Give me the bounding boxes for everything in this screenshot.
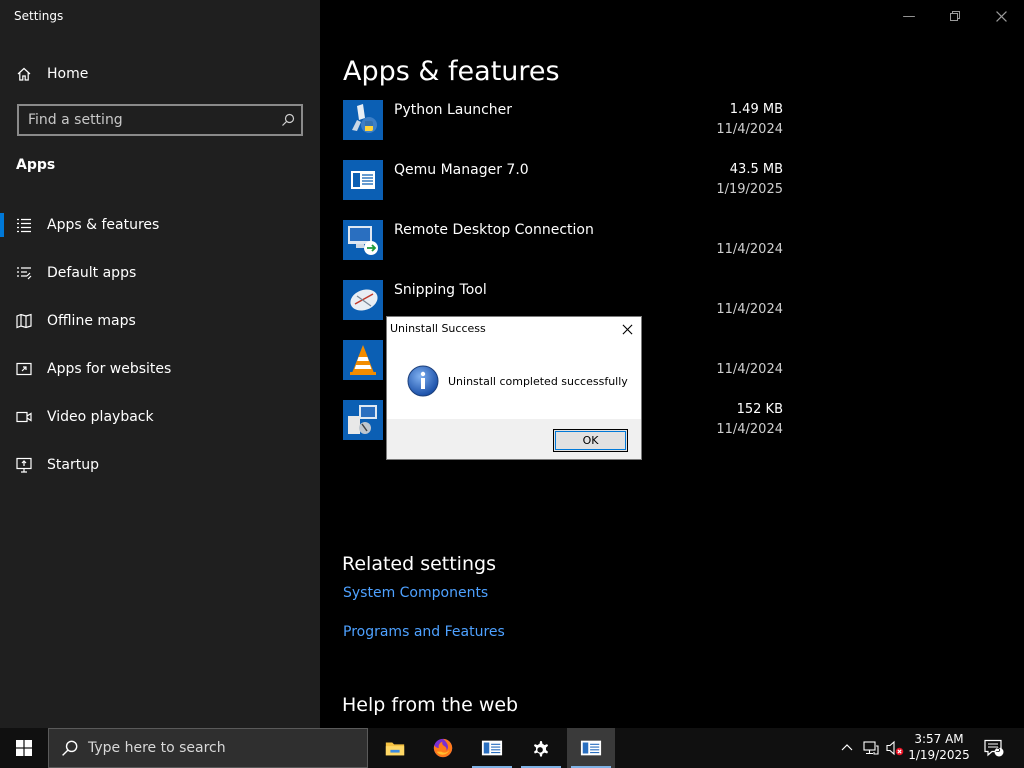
app-name: Python Launcher — [394, 102, 513, 118]
window-caption-buttons: — — [886, 0, 1024, 32]
folder-icon — [385, 742, 405, 756]
close-icon — [622, 324, 632, 334]
find-setting-box[interactable] — [17, 104, 303, 136]
taskbar-file-explorer[interactable] — [371, 728, 419, 768]
app-list-item[interactable]: Python Launcher 1.49 MB 11/4/2024 — [343, 100, 783, 160]
app-name: Qemu Manager 7.0 — [394, 162, 529, 178]
app-size: 152 KB — [736, 402, 783, 417]
sidebar-item-apps-websites[interactable]: Apps for websites — [0, 349, 320, 389]
sidebar-item-default-apps[interactable]: Default apps — [0, 253, 320, 293]
taskbar-search-placeholder: Type here to search — [88, 740, 226, 756]
sidebar-section-title: Apps — [16, 157, 56, 173]
page-title: Apps & features — [343, 56, 560, 87]
qemu-manager-icon — [580, 740, 602, 756]
dialog-close-button[interactable] — [618, 320, 636, 338]
notification-count: 3 — [995, 745, 1001, 755]
list-icon — [16, 217, 32, 233]
sidebar-item-label: Apps for websites — [47, 361, 172, 377]
app-date: 11/4/2024 — [716, 362, 783, 377]
settings-sidebar: Settings Home Apps Apps & features Defau… — [0, 0, 320, 728]
default-apps-icon — [16, 265, 32, 281]
sidebar-item-label: Apps & features — [47, 217, 160, 233]
taskbar-settings[interactable] — [517, 728, 565, 768]
app-size: 1.49 MB — [729, 102, 783, 117]
related-settings-heading: Related settings — [342, 553, 496, 575]
search-icon — [282, 113, 295, 126]
minimize-button[interactable]: — — [886, 0, 932, 32]
vlc-icon — [343, 340, 383, 380]
info-icon — [407, 365, 439, 397]
help-web-heading: Help from the web — [342, 694, 519, 716]
firefox-icon — [433, 738, 453, 758]
app-list-item[interactable]: Remote Desktop Connection 11/4/2024 — [343, 220, 783, 280]
sidebar-item-video-playback[interactable]: Video playback — [0, 397, 320, 437]
python-launcher-icon — [343, 100, 383, 140]
clock-date: 1/19/2025 — [908, 748, 970, 762]
sidebar-item-label: Offline maps — [47, 313, 136, 329]
sidebar-home[interactable]: Home — [16, 63, 88, 85]
app-date: 11/4/2024 — [716, 122, 783, 137]
app-date: 11/4/2024 — [716, 242, 783, 257]
app-name: Snipping Tool — [394, 282, 487, 298]
apps-websites-icon — [16, 361, 32, 377]
uninstall-success-dialog: Uninstall Success Uninstall completed su… — [386, 316, 642, 460]
map-icon — [16, 313, 32, 329]
dialog-message: Uninstall completed successfully — [448, 375, 628, 388]
volume-muted-icon — [886, 740, 904, 756]
dialog-title: Uninstall Success — [390, 322, 486, 335]
clock-time: 3:57 AM — [914, 732, 964, 746]
taskbar-search-box[interactable]: Type here to search — [48, 728, 368, 768]
qemu-manager-icon — [481, 740, 503, 756]
app-date: 1/19/2025 — [716, 182, 783, 197]
close-icon — [995, 10, 1007, 22]
remote-desktop-icon — [343, 220, 383, 260]
system-components-link[interactable]: System Components — [343, 585, 488, 601]
gear-icon — [533, 741, 549, 757]
sidebar-item-offline-maps[interactable]: Offline maps — [0, 301, 320, 341]
sidebar-item-startup[interactable]: Startup — [0, 445, 320, 485]
startup-icon — [16, 457, 32, 473]
windows-logo-icon — [16, 740, 32, 756]
sidebar-item-apps-features[interactable]: Apps & features — [0, 205, 320, 245]
start-button[interactable] — [0, 728, 48, 768]
app-size: 43.5 MB — [729, 162, 783, 177]
home-label: Home — [47, 66, 89, 82]
app-list-item[interactable]: Qemu Manager 7.0 43.5 MB 1/19/2025 — [343, 160, 783, 220]
window-title: Settings — [14, 9, 64, 23]
snipping-tool-icon — [343, 280, 383, 320]
restore-icon — [950, 11, 960, 21]
taskbar-clock[interactable]: 3:57 AM 1/19/2025 — [905, 731, 973, 763]
app-date: 11/4/2024 — [716, 422, 783, 437]
programs-features-link[interactable]: Programs and Features — [343, 624, 505, 640]
volume-tray-button[interactable] — [884, 728, 906, 768]
dialog-footer: OK — [387, 419, 641, 459]
dialog-body: Uninstall completed successfully — [387, 345, 641, 419]
taskbar: Type here to search 3:57 AM 1/19/2025 3 — [0, 728, 1024, 768]
app-name: Remote Desktop Connection — [394, 222, 594, 238]
chevron-up-icon — [841, 744, 853, 751]
qemu-manager-icon — [343, 160, 383, 200]
sidebar-item-label: Startup — [47, 457, 99, 473]
ok-button[interactable]: OK — [553, 429, 628, 452]
network-tray-button[interactable] — [860, 728, 882, 768]
taskbar-firefox[interactable] — [419, 728, 467, 768]
close-window-button[interactable] — [978, 0, 1024, 32]
app-date: 11/4/2024 — [716, 302, 783, 317]
sidebar-item-label: Video playback — [47, 409, 154, 425]
action-center-button[interactable]: 3 — [980, 728, 1008, 768]
restore-button[interactable] — [932, 0, 978, 32]
taskbar-qemu-manager[interactable] — [468, 728, 516, 768]
taskbar-uninstall-dialog[interactable] — [567, 728, 615, 768]
installer-icon — [343, 400, 383, 440]
find-setting-input[interactable] — [19, 106, 269, 134]
home-icon — [17, 67, 31, 81]
video-icon — [16, 409, 32, 425]
search-icon — [62, 740, 78, 756]
network-icon — [863, 741, 879, 755]
show-hidden-icons-button[interactable] — [836, 728, 858, 768]
sidebar-item-label: Default apps — [47, 265, 137, 281]
